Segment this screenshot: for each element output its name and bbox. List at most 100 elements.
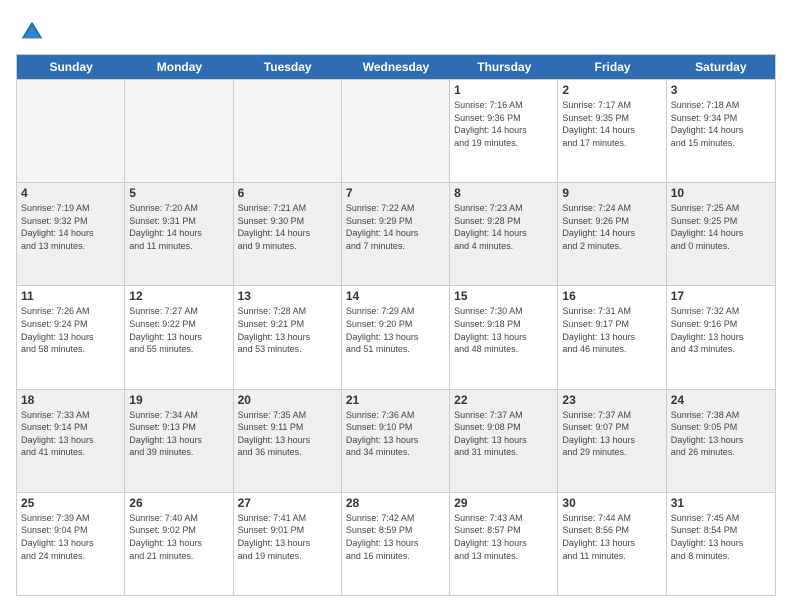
logo [16, 16, 46, 44]
day-info: Sunrise: 7:22 AM Sunset: 9:29 PM Dayligh… [346, 202, 445, 252]
day-info: Sunrise: 7:33 AM Sunset: 9:14 PM Dayligh… [21, 409, 120, 459]
logo-icon [18, 16, 46, 44]
table-row: 17 Sunrise: 7:32 AM Sunset: 9:16 PM Dayli… [667, 286, 775, 388]
day-info: Sunrise: 7:19 AM Sunset: 9:32 PM Dayligh… [21, 202, 120, 252]
table-row: 27 Sunrise: 7:41 AM Sunset: 9:01 PM Dayli… [234, 493, 342, 595]
table-row: 16 Sunrise: 7:31 AM Sunset: 9:17 PM Dayli… [558, 286, 666, 388]
day-number: 23 [562, 393, 661, 407]
calendar-row: 1Sunrise: 7:16 AM Sunset: 9:36 PM Daylig… [17, 79, 775, 182]
day-number: 17 [671, 289, 771, 303]
table-row: 6 Sunrise: 7:21 AM Sunset: 9:30 PM Daylig… [234, 183, 342, 285]
day-info: Sunrise: 7:26 AM Sunset: 9:24 PM Dayligh… [21, 305, 120, 355]
calendar-row: 25 Sunrise: 7:39 AM Sunset: 9:04 PM Dayli… [17, 492, 775, 595]
table-row: 25 Sunrise: 7:39 AM Sunset: 9:04 PM Dayli… [17, 493, 125, 595]
table-row: 23 Sunrise: 7:37 AM Sunset: 9:07 PM Dayli… [558, 390, 666, 492]
day-number: 3 [671, 83, 771, 97]
table-row: 31 Sunrise: 7:45 AM Sunset: 8:54 PM Dayli… [667, 493, 775, 595]
day-number: 6 [238, 186, 337, 200]
day-number: 30 [562, 496, 661, 510]
table-row: 8Sunrise: 7:23 AM Sunset: 9:28 PM Daylig… [450, 183, 558, 285]
calendar-row: 11 Sunrise: 7:26 AM Sunset: 9:24 PM Dayli… [17, 285, 775, 388]
day-info: Sunrise: 7:25 AM Sunset: 9:25 PM Dayligh… [671, 202, 771, 252]
day-info: Sunrise: 7:42 AM Sunset: 8:59 PM Dayligh… [346, 512, 445, 562]
calendar-row: 18Sunrise: 7:33 AM Sunset: 9:14 PM Dayli… [17, 389, 775, 492]
day-info: Sunrise: 7:21 AM Sunset: 9:30 PM Dayligh… [238, 202, 337, 252]
day-info: Sunrise: 7:44 AM Sunset: 8:56 PM Dayligh… [562, 512, 661, 562]
day-info: Sunrise: 7:20 AM Sunset: 9:31 PM Dayligh… [129, 202, 228, 252]
header-sunday: Sunday [17, 55, 125, 79]
day-info: Sunrise: 7:39 AM Sunset: 9:04 PM Dayligh… [21, 512, 120, 562]
calendar-row: 4 Sunrise: 7:19 AM Sunset: 9:32 PM Daylig… [17, 182, 775, 285]
table-row: 1Sunrise: 7:16 AM Sunset: 9:36 PM Daylig… [450, 80, 558, 182]
day-info: Sunrise: 7:43 AM Sunset: 8:57 PM Dayligh… [454, 512, 553, 562]
page: Sunday Monday Tuesday Wednesday Thursday… [0, 0, 792, 612]
table-row: 11 Sunrise: 7:26 AM Sunset: 9:24 PM Dayli… [17, 286, 125, 388]
day-number: 27 [238, 496, 337, 510]
day-number: 11 [21, 289, 120, 303]
table-row: 19 Sunrise: 7:34 AM Sunset: 9:13 PM Dayli… [125, 390, 233, 492]
day-info: Sunrise: 7:29 AM Sunset: 9:20 PM Dayligh… [346, 305, 445, 355]
calendar-header: Sunday Monday Tuesday Wednesday Thursday… [17, 55, 775, 79]
day-info: Sunrise: 7:45 AM Sunset: 8:54 PM Dayligh… [671, 512, 771, 562]
table-row: 2Sunrise: 7:17 AM Sunset: 9:35 PM Daylig… [558, 80, 666, 182]
day-number: 31 [671, 496, 771, 510]
day-info: Sunrise: 7:18 AM Sunset: 9:34 PM Dayligh… [671, 99, 771, 149]
day-number: 13 [238, 289, 337, 303]
header-saturday: Saturday [667, 55, 775, 79]
table-row: 24Sunrise: 7:38 AM Sunset: 9:05 PM Dayli… [667, 390, 775, 492]
day-number: 21 [346, 393, 445, 407]
header-wednesday: Wednesday [342, 55, 450, 79]
table-row: 4 Sunrise: 7:19 AM Sunset: 9:32 PM Daylig… [17, 183, 125, 285]
day-number: 25 [21, 496, 120, 510]
table-row [234, 80, 342, 182]
table-row: 13Sunrise: 7:28 AM Sunset: 9:21 PM Dayli… [234, 286, 342, 388]
day-number: 19 [129, 393, 228, 407]
day-info: Sunrise: 7:23 AM Sunset: 9:28 PM Dayligh… [454, 202, 553, 252]
day-number: 15 [454, 289, 553, 303]
header-thursday: Thursday [450, 55, 558, 79]
day-number: 5 [129, 186, 228, 200]
table-row: 10Sunrise: 7:25 AM Sunset: 9:25 PM Dayli… [667, 183, 775, 285]
table-row: 29 Sunrise: 7:43 AM Sunset: 8:57 PM Dayli… [450, 493, 558, 595]
table-row: 3 Sunrise: 7:18 AM Sunset: 9:34 PM Daylig… [667, 80, 775, 182]
table-row: 18Sunrise: 7:33 AM Sunset: 9:14 PM Dayli… [17, 390, 125, 492]
day-number: 26 [129, 496, 228, 510]
table-row: 22 Sunrise: 7:37 AM Sunset: 9:08 PM Dayli… [450, 390, 558, 492]
table-row: 28Sunrise: 7:42 AM Sunset: 8:59 PM Dayli… [342, 493, 450, 595]
header [16, 16, 776, 44]
day-info: Sunrise: 7:17 AM Sunset: 9:35 PM Dayligh… [562, 99, 661, 149]
table-row: 5 Sunrise: 7:20 AM Sunset: 9:31 PM Daylig… [125, 183, 233, 285]
day-info: Sunrise: 7:30 AM Sunset: 9:18 PM Dayligh… [454, 305, 553, 355]
day-info: Sunrise: 7:36 AM Sunset: 9:10 PM Dayligh… [346, 409, 445, 459]
calendar: Sunday Monday Tuesday Wednesday Thursday… [16, 54, 776, 596]
day-info: Sunrise: 7:40 AM Sunset: 9:02 PM Dayligh… [129, 512, 228, 562]
header-tuesday: Tuesday [234, 55, 342, 79]
table-row: 21 Sunrise: 7:36 AM Sunset: 9:10 PM Dayli… [342, 390, 450, 492]
calendar-body: 1Sunrise: 7:16 AM Sunset: 9:36 PM Daylig… [17, 79, 775, 595]
day-info: Sunrise: 7:31 AM Sunset: 9:17 PM Dayligh… [562, 305, 661, 355]
table-row: 15 Sunrise: 7:30 AM Sunset: 9:18 PM Dayli… [450, 286, 558, 388]
table-row: 14Sunrise: 7:29 AM Sunset: 9:20 PM Dayli… [342, 286, 450, 388]
table-row [17, 80, 125, 182]
day-info: Sunrise: 7:32 AM Sunset: 9:16 PM Dayligh… [671, 305, 771, 355]
table-row: 9Sunrise: 7:24 AM Sunset: 9:26 PM Daylig… [558, 183, 666, 285]
day-number: 20 [238, 393, 337, 407]
table-row: 26 Sunrise: 7:40 AM Sunset: 9:02 PM Dayli… [125, 493, 233, 595]
day-info: Sunrise: 7:41 AM Sunset: 9:01 PM Dayligh… [238, 512, 337, 562]
day-info: Sunrise: 7:37 AM Sunset: 9:07 PM Dayligh… [562, 409, 661, 459]
day-number: 22 [454, 393, 553, 407]
day-number: 29 [454, 496, 553, 510]
table-row: 30 Sunrise: 7:44 AM Sunset: 8:56 PM Dayli… [558, 493, 666, 595]
table-row [342, 80, 450, 182]
day-info: Sunrise: 7:35 AM Sunset: 9:11 PM Dayligh… [238, 409, 337, 459]
table-row: 20 Sunrise: 7:35 AM Sunset: 9:11 PM Dayli… [234, 390, 342, 492]
day-number: 4 [21, 186, 120, 200]
table-row: 7 Sunrise: 7:22 AM Sunset: 9:29 PM Daylig… [342, 183, 450, 285]
day-info: Sunrise: 7:37 AM Sunset: 9:08 PM Dayligh… [454, 409, 553, 459]
day-number: 16 [562, 289, 661, 303]
day-number: 7 [346, 186, 445, 200]
day-info: Sunrise: 7:34 AM Sunset: 9:13 PM Dayligh… [129, 409, 228, 459]
day-number: 12 [129, 289, 228, 303]
day-number: 9 [562, 186, 661, 200]
header-friday: Friday [558, 55, 666, 79]
